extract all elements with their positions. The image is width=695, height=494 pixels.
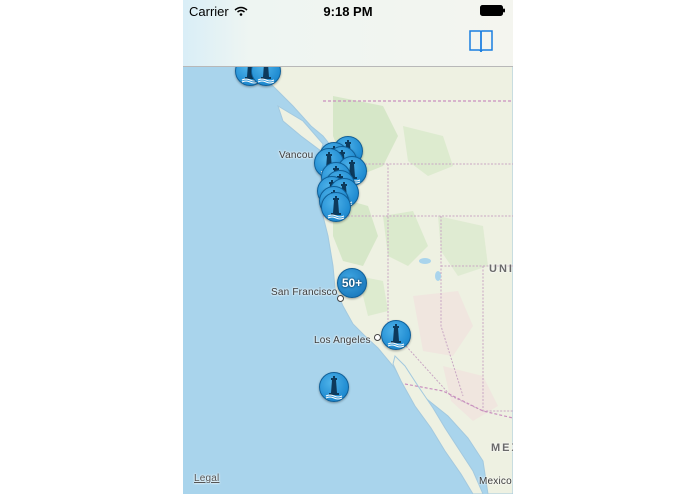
wifi-icon (234, 4, 248, 19)
battery-icon (480, 4, 506, 19)
label-mexicali: Mexico (479, 476, 512, 487)
lighthouse-icon (325, 376, 343, 400)
book-icon[interactable] (467, 28, 495, 54)
map-view[interactable]: Vancou San Francisco Los Angeles UNI MEX… (183, 56, 513, 494)
city-dot-los-angeles (374, 334, 381, 341)
status-bar: Carrier 9:18 PM (183, 0, 513, 22)
lighthouse-pin[interactable] (319, 372, 349, 402)
label-los-angeles: Los Angeles (314, 335, 371, 346)
lighthouse-icon (387, 324, 405, 348)
lighthouse-icon (327, 196, 345, 220)
phone-screen: Vancou San Francisco Los Angeles UNI MEX… (183, 0, 513, 494)
legal-link[interactable]: Legal (194, 473, 219, 484)
carrier-label: Carrier (189, 3, 229, 19)
lighthouse-pin[interactable] (381, 320, 411, 350)
label-united-states: UNI (489, 263, 513, 275)
pin-cluster[interactable]: 50+ (337, 268, 367, 298)
label-vancouver: Vancou (279, 150, 314, 161)
lighthouse-pin[interactable] (321, 192, 351, 222)
city-dot-san-francisco (337, 295, 344, 302)
label-san-francisco: San Francisco (271, 287, 338, 298)
label-mexico: MEX (491, 442, 513, 454)
